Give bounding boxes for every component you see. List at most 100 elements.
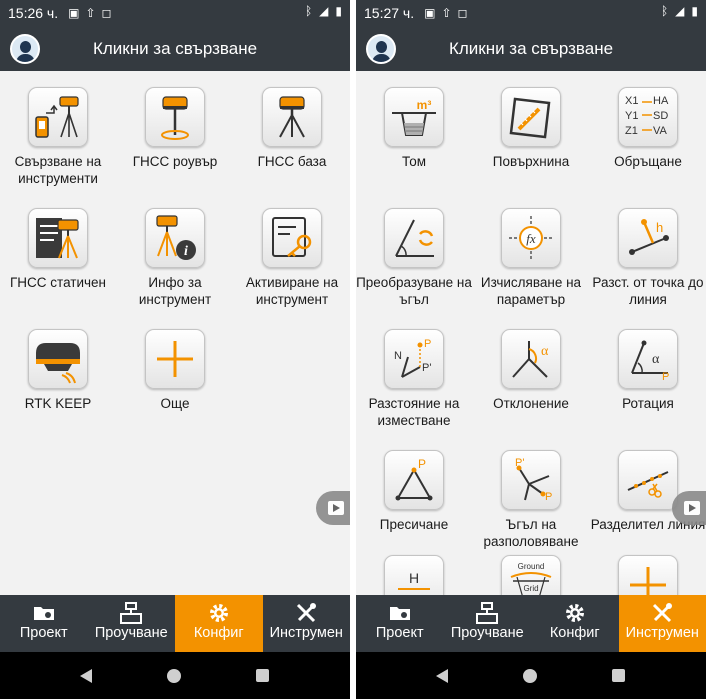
- tile-label: Изчисляване на параметър: [480, 275, 582, 307]
- surface-icon: [501, 87, 561, 147]
- rtk-keep-icon: [28, 329, 88, 389]
- tile-parameter-calc[interactable]: fx Изчисляване на параметър: [473, 208, 589, 308]
- tile-label: Отклонение: [493, 396, 569, 411]
- tile-instrument-activation[interactable]: Активиране на инструмент: [234, 208, 350, 308]
- tile-rotation[interactable]: αP Ротация: [590, 329, 706, 412]
- tile-intersection[interactable]: P Пресичане: [356, 450, 472, 533]
- deviation-text: α: [541, 344, 549, 359]
- ground-grid-icon: Ground Grid: [501, 555, 561, 595]
- project-folder-icon: [356, 601, 444, 625]
- height-icon: HN E: [384, 555, 444, 595]
- inverse-text-b2: VA: [653, 125, 668, 137]
- nav-label: Проект: [19, 625, 68, 641]
- back-icon[interactable]: [80, 669, 92, 683]
- tile-instrument-connect[interactable]: Свързване на инструменти: [0, 87, 116, 187]
- parameter-calc-text: fx: [526, 231, 536, 246]
- app-bar: Кликни за свързване: [356, 26, 706, 71]
- nav-config[interactable]: Конфиг: [175, 595, 263, 652]
- tile-label: Разстояние на изместване: [368, 396, 460, 428]
- nav-survey[interactable]: Проучване: [444, 595, 532, 652]
- offset-text-n: N: [394, 350, 402, 362]
- tools-icon: [263, 601, 351, 625]
- battery-icon: ▮: [335, 4, 342, 18]
- back-icon[interactable]: [436, 669, 448, 683]
- tile-label: Пресичане: [379, 517, 449, 532]
- status-time: 15:27 ч.: [364, 5, 415, 21]
- tile-label: ГНСС статичен: [9, 275, 107, 290]
- project-folder-icon: [0, 601, 88, 625]
- deviation-icon: α: [501, 329, 561, 389]
- tile-gnss-base[interactable]: ГНСС база: [234, 87, 350, 170]
- tile-label: Ъгъл на разполовяване: [483, 517, 579, 549]
- home-icon[interactable]: [167, 669, 181, 683]
- nav-survey[interactable]: Проучване: [88, 595, 176, 652]
- height-text-h: H: [409, 570, 419, 586]
- tile-more[interactable]: [590, 555, 706, 595]
- status-bar: 15:27 ч. ▣ ⇧ ◻ ᛒ ◢ ▮: [356, 0, 706, 26]
- tile-gnss-static[interactable]: ГНСС статичен: [0, 208, 116, 291]
- recent-apps-icon[interactable]: [256, 669, 269, 682]
- tile-angle-convert[interactable]: Преобразуване на ъгъл: [356, 208, 472, 308]
- recent-apps-icon[interactable]: [612, 669, 625, 682]
- gear-icon: [531, 601, 619, 625]
- bluetooth-icon: ᛒ: [660, 4, 669, 18]
- tile-label: Том: [402, 154, 426, 169]
- tile-label: Преобразуване на ъгъл: [356, 275, 472, 307]
- tile-label: Разст. от точка до линия: [592, 275, 704, 307]
- home-icon[interactable]: [523, 669, 537, 683]
- svg-text:m³: m³: [417, 98, 432, 112]
- tile-bisect-angle[interactable]: P' P Ъгъл на разполовяване: [473, 450, 589, 550]
- left-phone-screen: 15:26 ч. ▣ ⇧ ◻ ᛒ ◢ ▮ Кликни за свързване…: [0, 0, 350, 699]
- offset-text-p2: P': [422, 362, 431, 374]
- inverse-text-a1: Y1: [625, 110, 638, 122]
- tile-height[interactable]: HN E: [356, 555, 472, 595]
- tile-more[interactable]: Още: [117, 329, 233, 412]
- image-notification-icon: ▣: [424, 6, 436, 20]
- video-help-button[interactable]: [316, 491, 350, 525]
- connect-title[interactable]: Кликни за свързване: [356, 39, 706, 59]
- avatar[interactable]: [10, 33, 40, 64]
- ground-text: Ground: [518, 562, 545, 571]
- tile-label: ГНСС роувър: [132, 154, 218, 169]
- tile-inverse[interactable]: X1 Y1 Z1 HA SD VA Обръщане: [590, 87, 706, 170]
- tile-surface[interactable]: Повърхнина: [473, 87, 589, 170]
- tile-offset-distance[interactable]: N P P' Разстояние на изместване: [356, 329, 472, 429]
- inverse-text-a2: Z1: [625, 125, 638, 137]
- rotation-icon: αP: [618, 329, 678, 389]
- intersection-icon: P: [384, 450, 444, 510]
- video-help-button[interactable]: [672, 491, 706, 525]
- nav-project[interactable]: Проект: [356, 595, 444, 652]
- tile-gnss-rover[interactable]: ГНСС роувър: [117, 87, 233, 170]
- tile-volume[interactable]: m³ Том: [356, 87, 472, 170]
- gnss-static-icon: [28, 208, 88, 268]
- nav-project[interactable]: Проект: [0, 595, 88, 652]
- nav-tools[interactable]: Инструмен: [263, 595, 351, 652]
- nav-label: Проект: [375, 625, 424, 641]
- offset-distance-icon: N P P': [384, 329, 444, 389]
- offset-text-p: P: [424, 338, 431, 350]
- tile-ground-grid[interactable]: Ground Grid: [473, 555, 589, 595]
- tile-label: ГНСС база: [257, 154, 327, 169]
- nav-label: Проучване: [94, 625, 168, 641]
- volume-icon: m³: [384, 87, 444, 147]
- tile-instrument-info[interactable]: i Инфо за инструмент: [117, 208, 233, 308]
- nav-tools[interactable]: Инструмен: [618, 595, 706, 652]
- tile-point-line-distance[interactable]: h Разст. от точка до линия: [590, 208, 706, 308]
- tile-label: Още: [160, 396, 190, 411]
- upload-notification-icon: ⇧: [441, 6, 452, 20]
- tile-deviation[interactable]: α Отклонение: [473, 329, 589, 412]
- gnss-rover-icon: [145, 87, 205, 147]
- nav-config[interactable]: Конфиг: [531, 595, 619, 652]
- inverse-text-b0: HA: [653, 95, 669, 107]
- avatar[interactable]: [366, 33, 396, 64]
- nav-label: Инструмен: [269, 625, 343, 641]
- connect-title[interactable]: Кликни за свързване: [0, 39, 350, 59]
- grid-text: Grid: [523, 584, 538, 593]
- tile-label: RTK KEEP: [24, 396, 92, 411]
- inverse-text-b1: SD: [653, 110, 668, 122]
- tile-rtk-keep[interactable]: RTK KEEP: [0, 329, 116, 412]
- android-navigation-bar: [0, 652, 350, 699]
- tile-label: Обръщане: [614, 154, 682, 169]
- play-icon: [684, 501, 700, 515]
- survey-icon: [444, 601, 532, 625]
